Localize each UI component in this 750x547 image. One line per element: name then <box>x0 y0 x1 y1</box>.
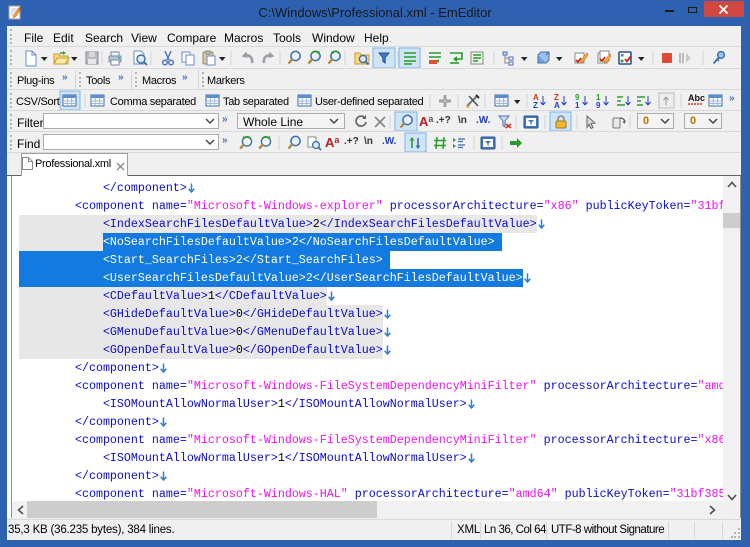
svg-text:Abc: Abc <box>688 93 705 103</box>
svg-text:A: A <box>554 101 560 110</box>
svg-text:Z: Z <box>533 101 538 110</box>
svg-text:9: 9 <box>596 101 601 110</box>
svg-text:1: 1 <box>575 101 580 110</box>
